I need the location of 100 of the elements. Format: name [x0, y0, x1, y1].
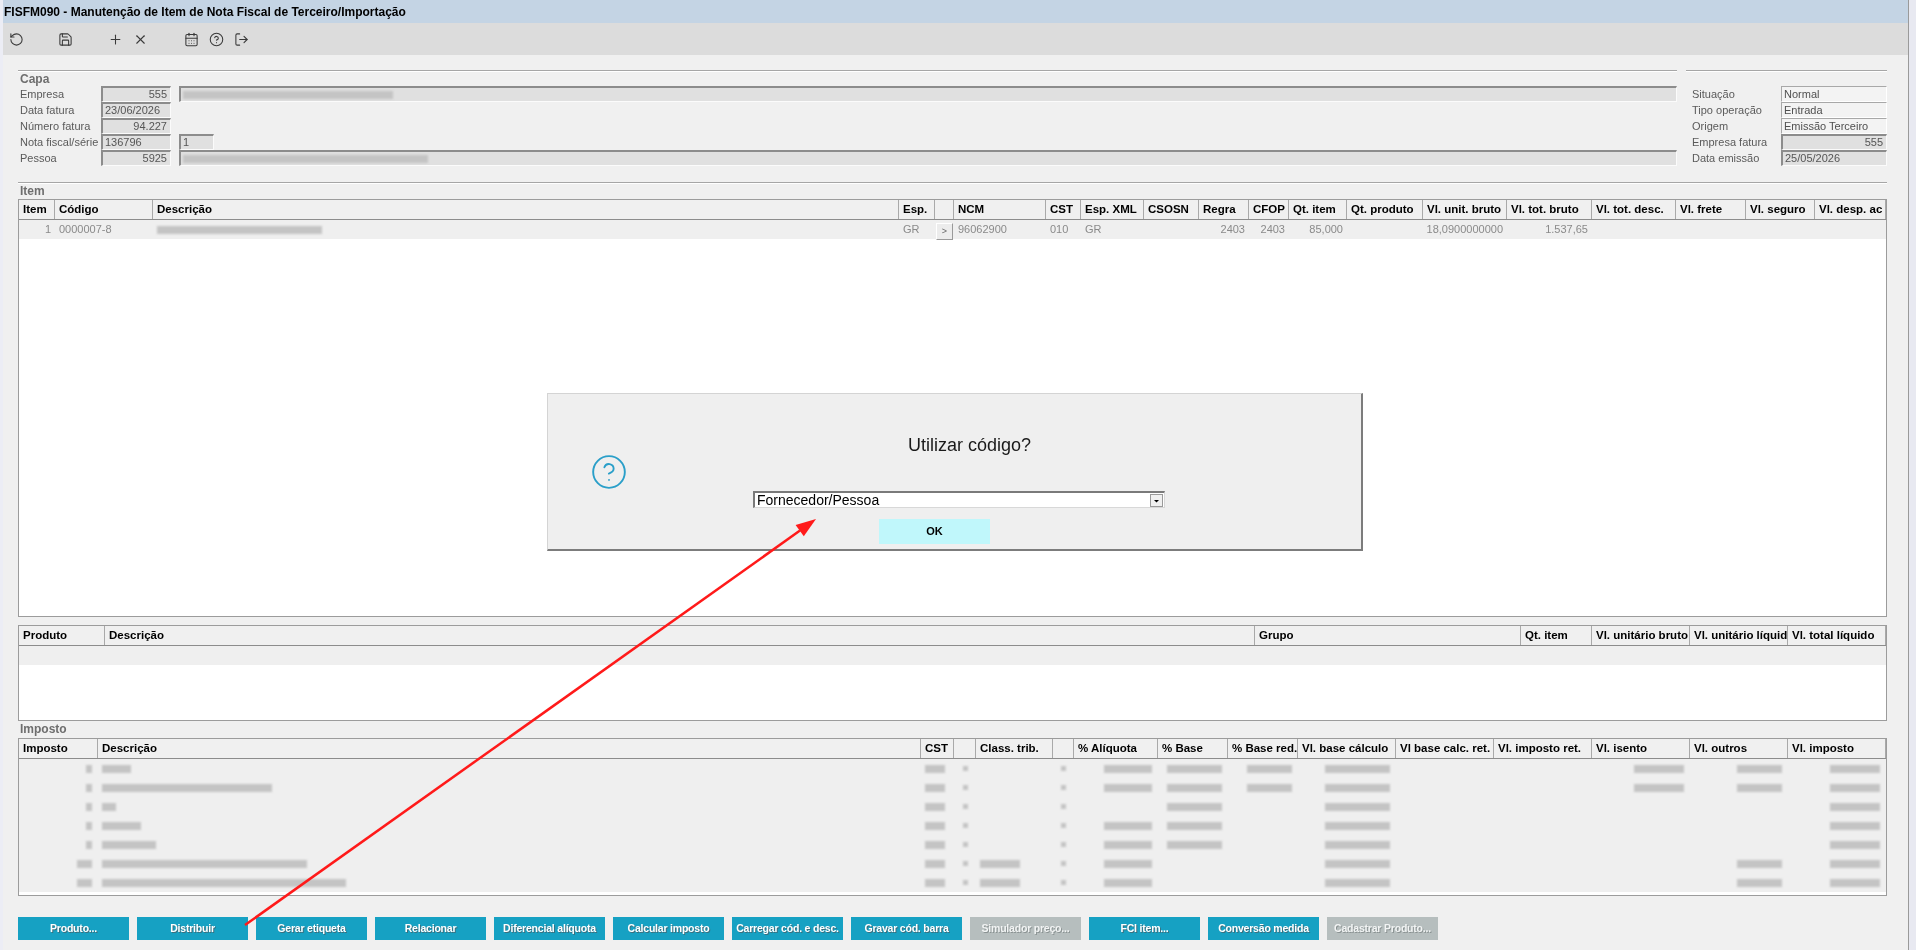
column-header: CST: [1046, 200, 1081, 219]
action-button[interactable]: Relacionar: [375, 917, 486, 940]
column-header: Vl. seguro: [1746, 200, 1815, 219]
ok-button[interactable]: OK: [879, 519, 990, 544]
blurred-text: [1325, 859, 1390, 868]
field-label: Situação: [1691, 86, 1736, 102]
blurred-text: [1325, 764, 1390, 773]
blurred-text: [1247, 764, 1292, 773]
blurred-text: [962, 861, 968, 866]
table-row[interactable]: 1 0000007-8 GR > 96062900 010 GR 2403 2403 85,000 18,0900000000 1.537,65: [19, 220, 1886, 239]
blurred-text: [102, 802, 116, 811]
blurred-text: [1061, 766, 1066, 771]
blurred-text: [1167, 821, 1222, 830]
column-header: % Base red.: [1228, 739, 1298, 758]
blurred-text: [102, 821, 141, 830]
action-button[interactable]: Diferencial alíquota: [494, 917, 605, 940]
blurred-text: [1325, 821, 1390, 830]
action-button[interactable]: FCI item...: [1089, 917, 1200, 940]
blurred-text: [1830, 764, 1880, 773]
column-header: % Alíquota: [1074, 739, 1158, 758]
column-header: CFOP: [1249, 200, 1289, 219]
text-field[interactable]: Normal: [1781, 86, 1887, 102]
action-button[interactable]: Distribuir: [137, 917, 248, 940]
blurred-text: [1737, 764, 1782, 773]
blurred-text: [86, 783, 92, 792]
blurred-text: [980, 878, 1020, 887]
exit-icon[interactable]: [234, 31, 249, 47]
calendar-icon[interactable]: [184, 31, 199, 47]
blurred-text: [1634, 783, 1684, 792]
column-header: Qt. item: [1521, 626, 1592, 645]
field-label: Número fatura: [19, 118, 92, 134]
blurred-text: [1167, 840, 1222, 849]
column-header: Imposto: [19, 739, 98, 758]
save-icon[interactable]: [58, 31, 73, 47]
column-header: Qt. produto: [1347, 200, 1423, 219]
blurred-text: [925, 821, 945, 830]
column-header: Vl. isento: [1592, 739, 1690, 758]
question-icon: [590, 453, 628, 491]
field-label: Data emissão: [1691, 150, 1761, 166]
text-field[interactable]: Emissão Terceiro: [1781, 118, 1887, 134]
section-title: Capa: [19, 72, 51, 86]
blurred-text: [1104, 840, 1152, 849]
blurred-text: [86, 764, 92, 773]
window-title: FISFM090 - Manutenção de Item de Nota Fiscal de Terceiro/Importação: [3, 0, 1908, 23]
column-header: Vl. frete: [1676, 200, 1746, 219]
blurred-text: [962, 880, 968, 885]
column-header: Vl. outros: [1690, 739, 1788, 758]
section-title: Item: [19, 184, 46, 199]
blurred-text: [1104, 783, 1152, 792]
blurred-text: [1830, 859, 1880, 868]
column-header: Produto: [19, 626, 105, 645]
column-header: Vl. base cálculo: [1298, 739, 1396, 758]
row-action-button[interactable]: >: [936, 223, 953, 240]
blurred-text: [1104, 859, 1152, 868]
blurred-text: [1104, 764, 1152, 773]
blurred-text: [1167, 764, 1222, 773]
column-header: Vl. tot. desc.: [1592, 200, 1676, 219]
column-header: Vl. desp. ac: [1815, 200, 1886, 219]
column-header: CSOSN: [1144, 200, 1199, 219]
field-label: Empresa: [19, 86, 66, 102]
action-button[interactable]: Gravar cód. barra: [851, 917, 962, 940]
column-header: Grupo: [1255, 626, 1521, 645]
field-label: Nota fiscal/série: [19, 134, 100, 150]
column-header: Código: [55, 200, 153, 219]
column-header: Vl base calc. ret.: [1396, 739, 1494, 758]
section-title: Imposto: [19, 721, 68, 738]
table-value: 0000007-8: [59, 222, 112, 238]
blurred-text: [962, 766, 968, 771]
blurred-text: [1167, 783, 1222, 792]
column-header: % Base: [1158, 739, 1228, 758]
help-icon[interactable]: [209, 31, 224, 47]
action-button[interactable]: Gerar etiqueta: [256, 917, 367, 940]
column-header: Esp.: [899, 200, 935, 219]
action-button[interactable]: Carregar cód. e desc.: [732, 917, 843, 940]
table-value: 96062900: [958, 222, 1007, 238]
column-header: Vl. tot. bruto: [1507, 200, 1592, 219]
blurred-text: [1325, 840, 1390, 849]
table-value: GR: [903, 222, 920, 238]
text-field[interactable]: Entrada: [1781, 102, 1887, 118]
blurred-text: [925, 783, 945, 792]
column-header: Vl. unitário líquid: [1690, 626, 1788, 645]
blurred-text: [77, 859, 92, 868]
table-value: 85,000: [1309, 222, 1343, 238]
undo-icon[interactable]: [9, 31, 24, 47]
plus-icon[interactable]: [108, 31, 123, 47]
action-button[interactable]: Calcular imposto: [613, 917, 724, 940]
table-value: 1: [44, 222, 51, 238]
blurred-text: [1061, 804, 1066, 809]
column-header: Descrição: [105, 626, 1255, 645]
blurred-text: [962, 804, 968, 809]
caret-icon[interactable]: [1150, 493, 1163, 507]
blurred-text: [1737, 783, 1782, 792]
column-header: Class. trib.: [976, 739, 1053, 758]
blurred-text: [1061, 823, 1066, 828]
blurred-text: [925, 802, 945, 811]
action-button[interactable]: Conversão medida: [1208, 917, 1319, 940]
dropdown-field[interactable]: Fornecedor/Pessoa: [753, 491, 1165, 508]
column-header: Vl. imposto ret.: [1494, 739, 1592, 758]
action-button[interactable]: Produto...: [18, 917, 129, 940]
field-label: Empresa fatura: [1691, 134, 1769, 150]
